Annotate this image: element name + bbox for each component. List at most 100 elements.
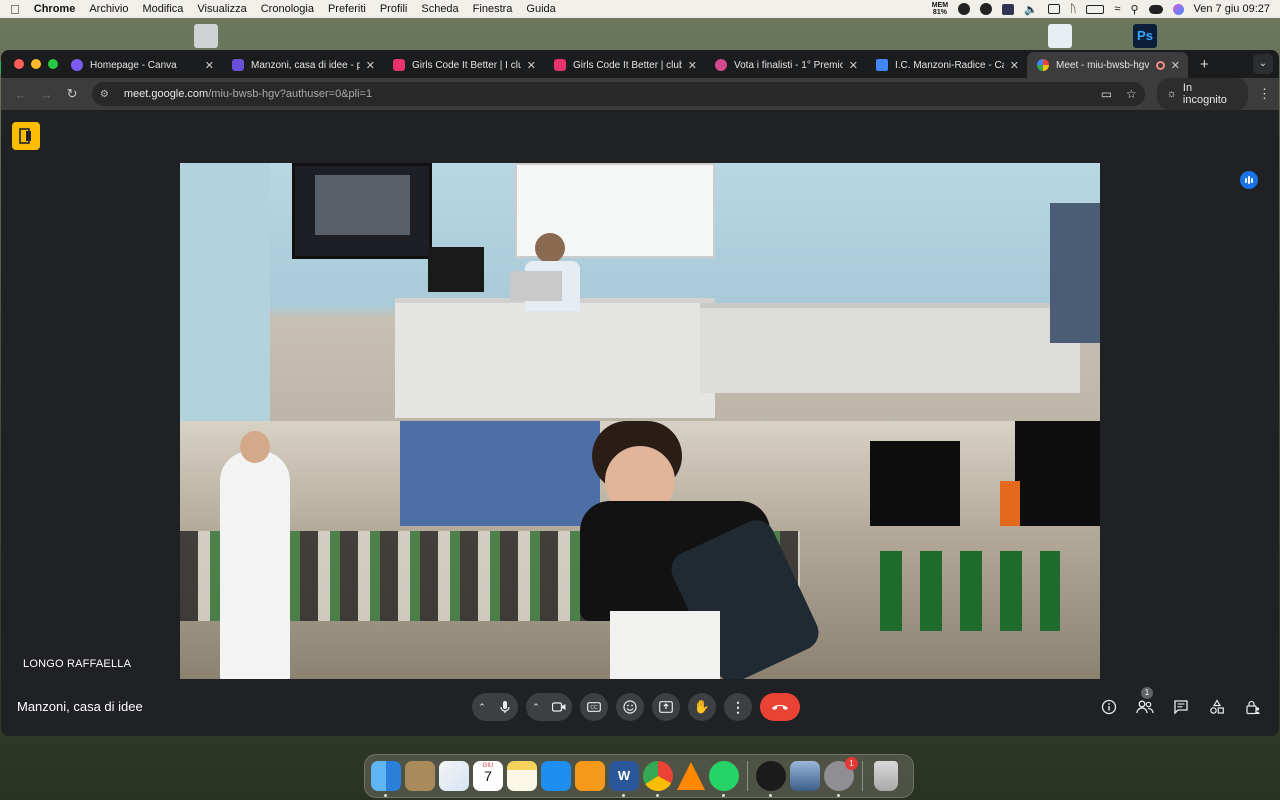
- activity-icon[interactable]: [958, 3, 971, 15]
- tab-vota-finalisti[interactable]: Vota i finalisti - 1° Premio N ✕: [705, 52, 866, 78]
- menu-archivio[interactable]: Archivio: [89, 3, 128, 15]
- fullscreen-window-button[interactable]: [48, 59, 58, 69]
- people-button[interactable]: 1: [1135, 687, 1155, 717]
- menu-app-name[interactable]: Chrome: [34, 3, 76, 15]
- raise-hand-button[interactable]: ✋: [688, 693, 716, 721]
- aperture-app-icon[interactable]: [756, 761, 786, 797]
- calendar-icon[interactable]: GIU 7: [473, 761, 503, 791]
- pc-monitor: [428, 247, 484, 292]
- close-tab-icon[interactable]: ✕: [527, 59, 536, 72]
- tab-calendar[interactable]: I.C. Manzoni-Radice - Cale ✕: [866, 52, 1027, 78]
- word-icon[interactable]: W: [609, 761, 639, 797]
- audio-settings-chevron-icon[interactable]: ⌃: [472, 702, 492, 713]
- system-settings-icon[interactable]: 1: [824, 757, 858, 797]
- back-button[interactable]: ←: [9, 87, 33, 102]
- captions-icon: CC: [587, 702, 601, 712]
- camera-icon: [552, 702, 566, 712]
- participant-video[interactable]: [180, 163, 1100, 679]
- participant-name-label: LONGO RAFFAELLA: [23, 658, 132, 670]
- tab-meet[interactable]: Meet - miu-bwsb-hgv ✕: [1027, 52, 1188, 78]
- siri-icon[interactable]: [1172, 3, 1184, 15]
- desktop-disk-icon[interactable]: [194, 24, 218, 48]
- teacher-desk: [395, 298, 715, 418]
- bluetooth-icon[interactable]: ᚢ: [1070, 3, 1077, 15]
- chat-button[interactable]: [1171, 697, 1191, 717]
- chrome-icon[interactable]: [643, 761, 673, 797]
- incognito-icon: ☼: [1166, 88, 1177, 100]
- search-icon[interactable]: ⚲: [1130, 3, 1138, 16]
- menu-finestra[interactable]: Finestra: [473, 3, 513, 15]
- m-app-icon[interactable]: [980, 3, 993, 15]
- forward-button[interactable]: →: [35, 87, 59, 102]
- close-window-button[interactable]: [14, 59, 24, 69]
- minimize-window-button[interactable]: [31, 59, 41, 69]
- calendar-favicon-icon: [876, 59, 888, 71]
- close-tab-icon[interactable]: ✕: [205, 59, 214, 72]
- trash-icon[interactable]: [874, 761, 898, 791]
- close-tab-icon[interactable]: ✕: [366, 59, 375, 72]
- bookmark-star-icon[interactable]: ☆: [1126, 87, 1137, 101]
- close-tab-icon[interactable]: ✕: [688, 59, 697, 72]
- tab-canva[interactable]: Homepage - Canva ✕: [61, 52, 222, 78]
- tab-search-chevron-icon[interactable]: ⌄: [1253, 54, 1273, 74]
- freeform-icon[interactable]: [439, 761, 469, 791]
- leave-call-button[interactable]: [760, 693, 800, 721]
- tab-girls-code-2[interactable]: Girls Code It Better | club 1 ✕: [544, 52, 705, 78]
- microphone-icon: [500, 701, 510, 713]
- menu-visualizza[interactable]: Visualizza: [197, 3, 246, 15]
- vlc-icon[interactable]: [677, 762, 705, 790]
- meeting-details-button[interactable]: [1099, 697, 1119, 717]
- more-options-button[interactable]: ⋮: [724, 693, 752, 721]
- pages-icon[interactable]: [575, 761, 605, 791]
- present-screen-button[interactable]: [652, 693, 680, 721]
- desktop-photoshop-icon[interactable]: Ps: [1133, 24, 1157, 48]
- incognito-indicator[interactable]: ☼ In incognito: [1156, 78, 1248, 110]
- menu-scheda[interactable]: Scheda: [421, 3, 458, 15]
- menu-profili[interactable]: Profili: [380, 3, 408, 15]
- site-info-icon[interactable]: ⚙: [100, 89, 116, 100]
- notes-icon[interactable]: [507, 761, 537, 791]
- preview-icon[interactable]: [790, 761, 820, 791]
- shield-favicon-icon: [232, 59, 244, 71]
- battery-icon[interactable]: [1086, 4, 1105, 14]
- menu-preferiti[interactable]: Preferiti: [328, 3, 366, 15]
- menu-guida[interactable]: Guida: [526, 3, 555, 15]
- volume-icon[interactable]: 🔈: [1024, 3, 1038, 16]
- right-window: [1050, 203, 1100, 343]
- video-settings-chevron-icon[interactable]: ⌃: [526, 702, 546, 713]
- wifi-icon[interactable]: ≈: [1114, 3, 1120, 15]
- monitor-content: [315, 175, 410, 235]
- cloud-icon[interactable]: [1002, 3, 1015, 15]
- control-center-icon[interactable]: [1148, 4, 1163, 14]
- reload-button[interactable]: ↻: [60, 86, 84, 102]
- tab-girls-code-1[interactable]: Girls Code It Better | I club ✕: [383, 52, 544, 78]
- close-tab-icon[interactable]: ✕: [1010, 59, 1019, 72]
- display-icon[interactable]: [1047, 4, 1060, 14]
- close-tab-icon[interactable]: ✕: [849, 59, 858, 72]
- apple-menu-icon[interactable]: : [10, 2, 20, 17]
- archive-utility-icon[interactable]: [405, 761, 435, 791]
- meet-exit-logo-icon[interactable]: [12, 122, 40, 150]
- desktop-document-icon[interactable]: [1048, 24, 1072, 48]
- browser-menu-icon[interactable]: ⋮: [1258, 86, 1271, 102]
- host-controls-button[interactable]: [1243, 697, 1263, 717]
- reactions-button[interactable]: [616, 693, 644, 721]
- memory-status[interactable]: MEM 81%: [932, 2, 948, 16]
- microphone-button[interactable]: [492, 693, 518, 721]
- menu-modifica[interactable]: Modifica: [142, 3, 183, 15]
- finder-icon[interactable]: [371, 761, 401, 797]
- captions-button[interactable]: CC: [580, 693, 608, 721]
- menu-cronologia[interactable]: Cronologia: [261, 3, 314, 15]
- whatsapp-icon[interactable]: [709, 761, 739, 797]
- speaking-indicator-icon: [1240, 171, 1258, 189]
- tab-manzoni[interactable]: Manzoni, casa di idee - pre ✕: [222, 52, 383, 78]
- camera-in-use-icon[interactable]: ▭: [1101, 87, 1112, 101]
- keynote-icon[interactable]: [541, 761, 571, 791]
- close-tab-icon[interactable]: ✕: [1171, 59, 1180, 72]
- address-bar[interactable]: ⚙ meet.google.com/miu-bwsb-hgv?authuser=…: [91, 82, 1145, 106]
- clock[interactable]: Ven 7 giu 09:27: [1194, 3, 1270, 15]
- new-tab-button[interactable]: +: [1200, 56, 1209, 73]
- left-wall: [180, 163, 270, 421]
- camera-button[interactable]: [546, 693, 572, 721]
- activities-button[interactable]: [1207, 697, 1227, 717]
